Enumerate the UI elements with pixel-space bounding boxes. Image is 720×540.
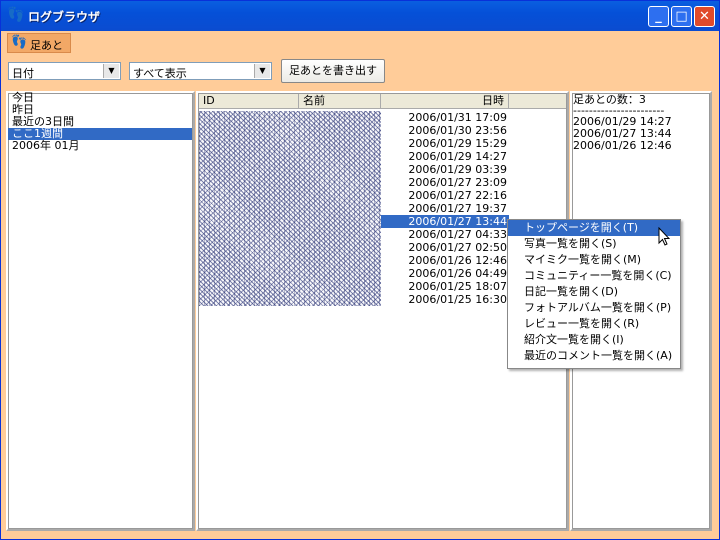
table-row[interactable]: 2006/01/29 15:29 bbox=[199, 137, 566, 150]
row-datetime: 2006/01/31 17:09 bbox=[408, 111, 507, 124]
app-window: 👣 ログブラウザ _ □ ✕ 👣 足あと 日付 ▼ すべて表示 ▼ 足あとを書き… bbox=[0, 0, 720, 540]
date-list-panel[interactable] bbox=[6, 91, 195, 531]
title-bar[interactable]: 👣 ログブラウザ _ □ ✕ bbox=[1, 1, 719, 31]
context-menu-item[interactable]: コミュニティー一覧を開く(C) bbox=[508, 268, 680, 284]
row-datetime: 2006/01/29 15:29 bbox=[408, 137, 507, 150]
date-list-item[interactable]: 2006年 01月 bbox=[8, 140, 192, 152]
row-datetime: 2006/01/27 02:50 bbox=[408, 241, 507, 254]
row-datetime: 2006/01/27 23:09 bbox=[408, 176, 507, 189]
chevron-down-icon[interactable]: ▼ bbox=[254, 64, 270, 78]
export-footprints-button[interactable]: 足あとを書き出す bbox=[281, 59, 385, 83]
context-menu-item[interactable]: トップページを開く(T) bbox=[508, 220, 680, 236]
column-header-datetime[interactable]: 日時 bbox=[381, 94, 509, 108]
footprint-icon: 👣 bbox=[7, 7, 25, 23]
row-datetime: 2006/01/27 04:33 bbox=[408, 228, 507, 241]
close-button[interactable]: ✕ bbox=[694, 6, 715, 27]
table-row[interactable]: 2006/01/29 03:39 bbox=[199, 163, 566, 176]
row-datetime: 2006/01/25 16:30 bbox=[408, 293, 507, 306]
row-datetime: 2006/01/27 22:16 bbox=[408, 189, 507, 202]
table-row[interactable]: 2006/01/31 17:09 bbox=[199, 111, 566, 124]
context-menu-item[interactable]: レビュー一覧を開く(R) bbox=[508, 316, 680, 332]
row-datetime: 2006/01/26 04:49 bbox=[408, 267, 507, 280]
maximize-button[interactable]: □ bbox=[671, 6, 692, 27]
date-filter-value: 日付 bbox=[12, 67, 34, 80]
footprint-tab-button[interactable]: 👣 足あと bbox=[7, 33, 71, 53]
footprint-count: 足あとの数：3 bbox=[573, 93, 646, 106]
list-header: ID 名前 日時 bbox=[199, 94, 566, 109]
table-row[interactable]: 2006/01/27 23:09 bbox=[199, 176, 566, 189]
row-datetime: 2006/01/29 14:27 bbox=[408, 150, 507, 163]
table-row[interactable]: 2006/01/27 19:37 bbox=[199, 202, 566, 215]
table-row[interactable]: 2006/01/29 14:27 bbox=[199, 150, 566, 163]
row-datetime: 2006/01/27 19:37 bbox=[408, 202, 507, 215]
context-menu-item[interactable]: 日記一覧を開く(D) bbox=[508, 284, 680, 300]
date-list-border bbox=[8, 93, 193, 529]
row-datetime: 2006/01/29 03:39 bbox=[408, 163, 507, 176]
view-filter-select[interactable]: すべて表示 ▼ bbox=[129, 62, 272, 80]
info-dates: 2006/01/29 14:27 2006/01/27 13:44 2006/01/… bbox=[573, 116, 709, 152]
context-menu-item[interactable]: 最近のコメント一覧を開く(A) bbox=[508, 348, 680, 364]
row-datetime: 2006/01/30 23:56 bbox=[408, 124, 507, 137]
mouse-cursor-icon bbox=[658, 227, 670, 246]
info-text: 足あとの数：3 ----------------------- 2006/01/… bbox=[573, 94, 709, 152]
table-row[interactable]: 2006/01/30 23:56 bbox=[199, 124, 566, 137]
context-menu-item[interactable]: フォトアルバム一覧を開く(P) bbox=[508, 300, 680, 316]
footprint-tab-label: 足あと bbox=[30, 39, 63, 52]
chevron-down-icon[interactable]: ▼ bbox=[103, 64, 119, 78]
column-header-name[interactable]: 名前 bbox=[299, 94, 381, 108]
context-menu-item[interactable]: 写真一覧を開く(S) bbox=[508, 236, 680, 252]
info-date-item: 2006/01/26 12:46 bbox=[573, 139, 672, 152]
column-header-id[interactable]: ID bbox=[199, 94, 299, 108]
minimize-button[interactable]: _ bbox=[648, 6, 669, 27]
date-filter-select[interactable]: 日付 ▼ bbox=[8, 62, 121, 80]
row-datetime: 2006/01/26 12:46 bbox=[408, 254, 507, 267]
toolbar: 👣 足あと bbox=[1, 31, 719, 55]
view-filter-value: すべて表示 bbox=[133, 67, 187, 80]
table-row[interactable]: 2006/01/27 22:16 bbox=[199, 189, 566, 202]
context-menu-item[interactable]: 紹介文一覧を開く(I) bbox=[508, 332, 680, 348]
date-list: 今日 昨日 最近の3日間 ここ1週間 2006年 01月 bbox=[8, 92, 192, 152]
row-datetime: 2006/01/25 18:07 bbox=[408, 280, 507, 293]
context-menu: トップページを開く(T) 写真一覧を開く(S) マイミク一覧を開く(M) コミュニティ… bbox=[507, 219, 681, 369]
date-list-item[interactable]: 今日 bbox=[8, 92, 192, 104]
row-datetime: 2006/01/27 13:44 bbox=[381, 215, 509, 228]
window-title: ログブラウザ bbox=[28, 10, 101, 24]
footprint-icon: 👣 bbox=[11, 35, 28, 50]
context-menu-item[interactable]: マイミク一覧を開く(M) bbox=[508, 252, 680, 268]
